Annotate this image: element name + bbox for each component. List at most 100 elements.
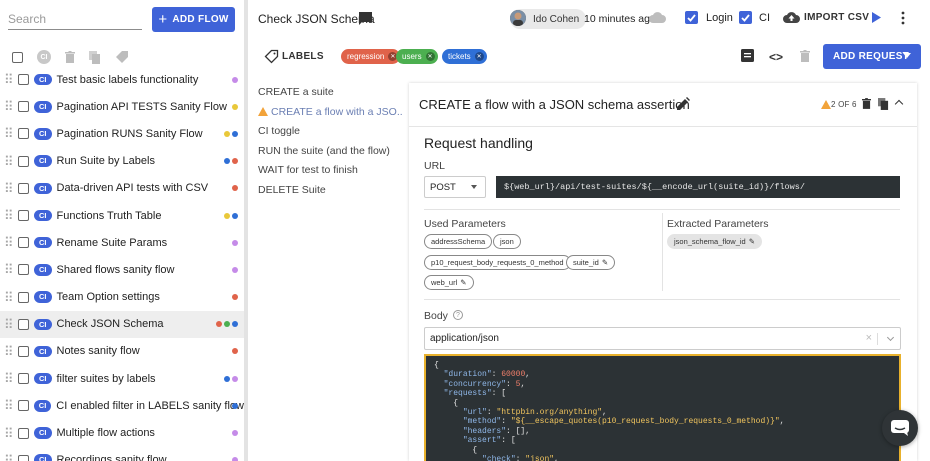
search-input[interactable] [8,8,142,30]
content-type-select[interactable]: application/json × [424,327,901,350]
step-item[interactable]: CREATE a flow with a JSO... [258,105,403,125]
copy-icon[interactable] [89,50,101,64]
drag-handle-icon[interactable]: ⠿ [4,372,15,385]
trash-icon[interactable] [65,51,75,63]
flow-checkbox[interactable] [18,373,29,385]
drag-handle-icon[interactable]: ⠿ [4,263,15,276]
flow-checkbox[interactable] [17,400,29,412]
notes-icon[interactable] [741,49,754,65]
more-options-icon[interactable] [901,11,905,28]
add-request-button[interactable]: ADD REQUEST [823,44,921,69]
drag-handle-icon[interactable]: ⠿ [4,236,15,249]
drag-handle-icon[interactable]: ⠿ [4,155,15,168]
flow-checkbox[interactable] [18,237,29,249]
login-checkbox[interactable] [685,11,698,24]
code-line: { [434,361,439,370]
flow-list-item[interactable]: ⠿ CI Functions Truth Table [0,202,244,229]
label-chip[interactable]: tickets ✕ [442,49,487,64]
drag-handle-icon[interactable]: ⠿ [4,291,15,304]
edit-pencil-icon[interactable] [677,97,690,113]
flow-checkbox[interactable] [18,291,29,303]
used-param-chip[interactable]: web_url ✎ [424,275,474,290]
ci-badge: CI [34,427,52,439]
divider [877,333,878,345]
drag-handle-icon[interactable]: ⠿ [4,73,15,86]
flow-name: Test basic labels functionality [56,73,199,86]
method-select[interactable]: POST [424,176,486,198]
drag-handle-icon[interactable]: ⠿ [4,209,15,222]
used-param-chip[interactable]: addressSchema [424,234,493,249]
drag-handle-icon[interactable]: ⠿ [4,454,15,461]
comment-icon[interactable] [359,12,372,28]
flow-list-item[interactable]: ⠿ CI Run Suite by Labels [0,148,244,175]
label-chip[interactable]: regression ✕ [341,49,401,64]
flow-checkbox[interactable] [18,155,29,167]
clear-icon[interactable]: × [866,332,872,344]
divider [424,209,900,210]
label-chip[interactable]: users ✕ [396,49,438,64]
drag-handle-icon[interactable]: ⠿ [4,427,15,440]
cloud-upload-icon[interactable] [783,11,800,26]
drag-handle-icon[interactable]: ⠿ [4,182,15,195]
flow-list-item[interactable]: ⠿ CI CI enabled filter in LABELS sanity fl… [0,392,244,419]
step-item[interactable]: RUN the suite (and the flow) [258,144,403,164]
flow-list-item[interactable]: ⠿ CI Team Option settings [0,284,244,311]
flow-title[interactable]: Check JSON Schema [258,12,375,26]
used-param-chip[interactable]: json [493,234,521,249]
flow-list-item[interactable]: ⠿ CI Pagination API TESTS Sanity Flow [0,93,244,120]
url-input[interactable]: ${web_url}/api/test-suites/${__encode_ur… [496,176,900,198]
chat-widget-button[interactable] [882,410,918,446]
extracted-param-chip[interactable]: json_schema_flow_id ✎ [667,234,763,249]
drag-handle-icon[interactable]: ⠿ [4,100,15,113]
collapse-chevron-icon[interactable] [894,99,904,109]
add-flow-button[interactable]: + ADD FLOW [152,7,235,32]
play-icon[interactable] [872,12,881,26]
flow-list-item[interactable]: ⠿ CI Test basic labels functionality [0,66,244,93]
flow-list-item[interactable]: ⠿ CI Data-driven API tests with CSV [0,175,244,202]
flow-checkbox[interactable] [18,128,29,140]
flow-list-item[interactable]: ⠿ CI Rename Suite Params [0,229,244,256]
label-tag-icon[interactable] [115,50,128,64]
help-icon[interactable]: ? [453,310,463,320]
flow-list-item[interactable]: ⠿ CI Multiple flow actions [0,419,244,446]
flow-list-item[interactable]: ⠿ CI filter suites by labels [0,365,244,392]
flow-checkbox[interactable] [18,210,29,222]
duplicate-request-icon[interactable] [878,98,889,113]
bulk-ci-icon[interactable]: CI [37,50,51,64]
flow-checkbox[interactable] [18,264,29,276]
flow-checkbox[interactable] [18,182,29,194]
flow-checkbox[interactable] [18,318,29,330]
drag-handle-icon[interactable]: ⠿ [4,127,15,140]
select-all-checkbox[interactable] [12,51,23,63]
ci-badge: CI [34,101,52,113]
flow-list-item[interactable]: ⠿ CI Pagination RUNS Sanity Flow [0,120,244,147]
body-code-editor[interactable]: { "duration": 60000, "concurrency": 5, "… [424,354,901,461]
step-item[interactable]: CREATE a suite [258,85,403,105]
code-view-icon[interactable]: <> [769,50,783,64]
chevron-down-icon[interactable] [886,333,895,342]
ci-checkbox[interactable] [739,11,752,24]
used-param-chip[interactable]: suite_id ✎ [566,255,616,270]
step-item[interactable]: DELETE Suite [258,183,403,203]
flow-checkbox[interactable] [18,427,29,439]
used-params-label: Used Parameters [424,218,506,230]
used-param-chip[interactable]: p10_request_body_requests_0_method [424,255,571,270]
import-csv-button[interactable]: IMPORT CSV [804,12,869,23]
step-item[interactable]: CI toggle [258,124,403,144]
flow-list-item[interactable]: ⠿ CI Recordings sanity flow [0,447,244,461]
flow-checkbox[interactable] [18,74,29,86]
trash-icon[interactable] [800,50,810,65]
flow-checkbox[interactable] [18,345,29,357]
flow-list-item[interactable]: ⠿ CI Notes sanity flow [0,338,244,365]
flow-list-item[interactable]: ⠿ CI Check JSON Schema [0,310,244,338]
drag-handle-icon[interactable]: ⠿ [4,318,15,331]
delete-request-icon[interactable] [862,98,871,112]
flow-checkbox[interactable] [18,101,29,113]
flow-checkbox[interactable] [18,454,29,461]
drag-handle-icon[interactable]: ⠿ [4,345,15,358]
drag-handle-icon[interactable]: ⠿ [4,399,15,412]
remove-label-icon[interactable]: ✕ [474,52,484,61]
remove-label-icon[interactable]: ✕ [425,52,435,61]
step-item[interactable]: WAIT for test to finish [258,163,403,183]
flow-list-item[interactable]: ⠿ CI Shared flows sanity flow [0,256,244,283]
